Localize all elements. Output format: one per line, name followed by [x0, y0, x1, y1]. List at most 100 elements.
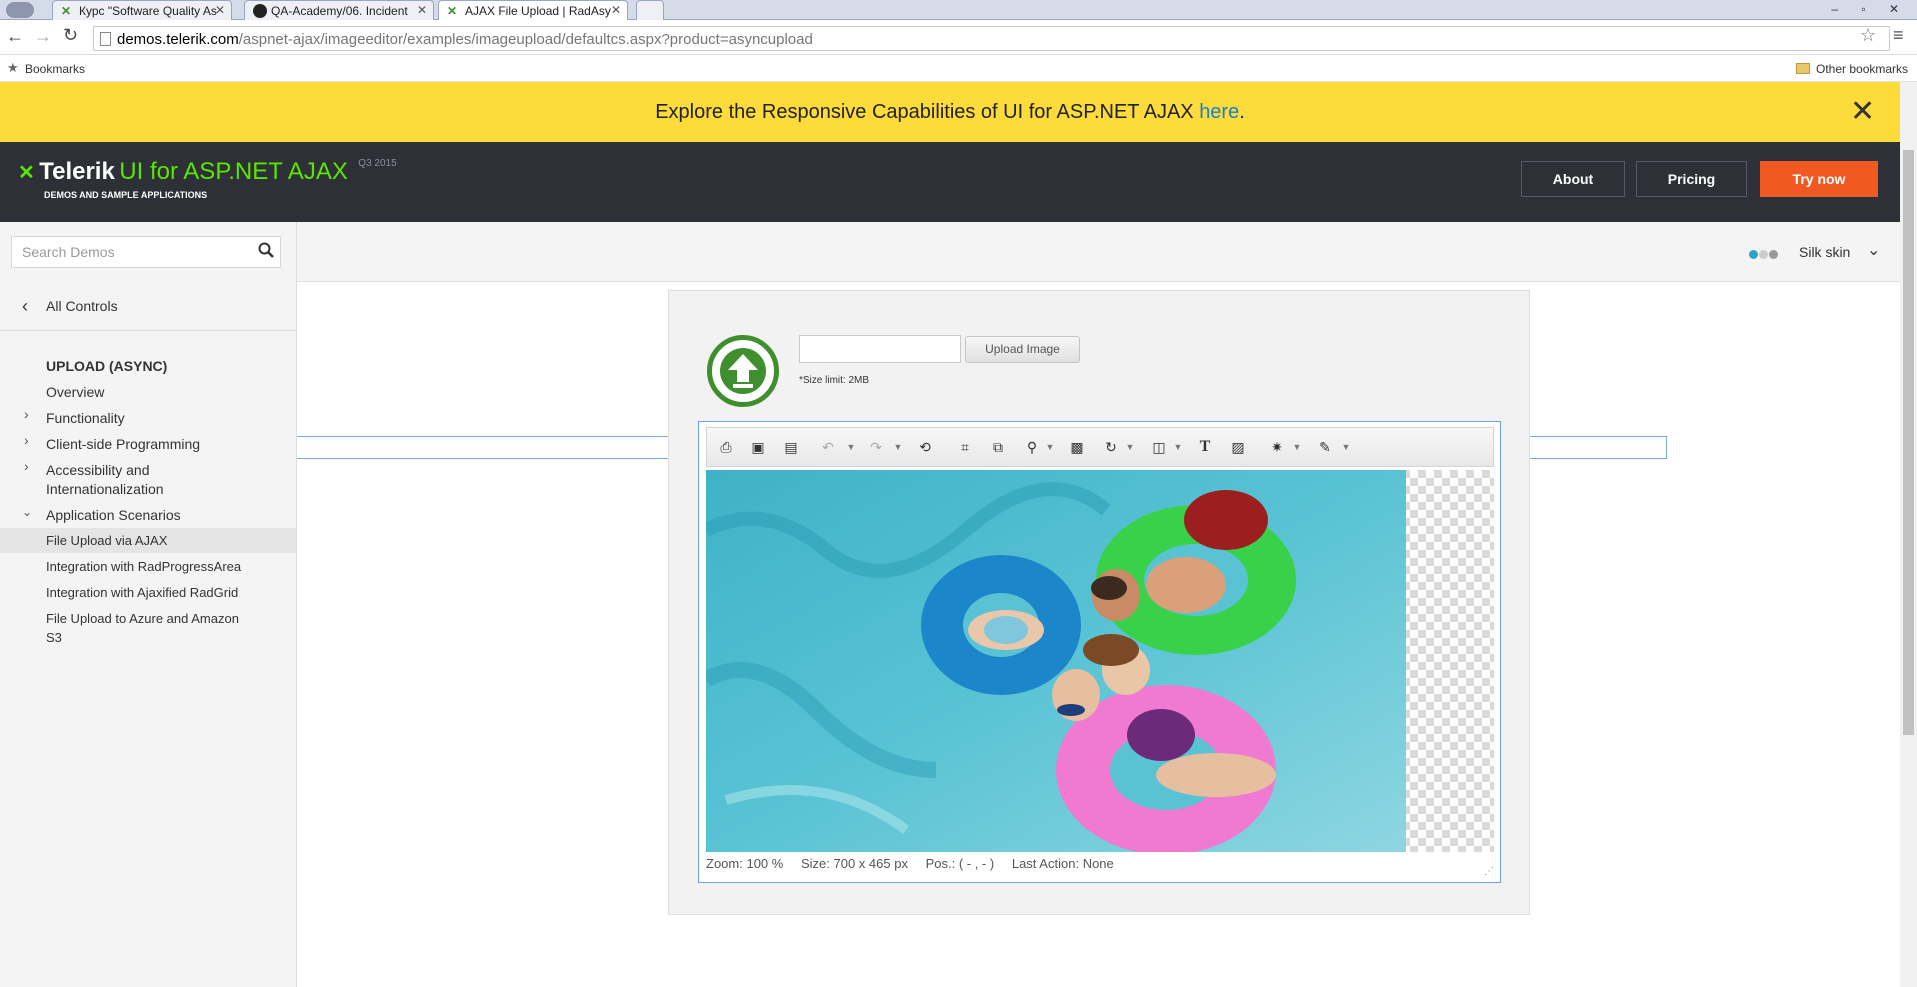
bookmarks-label[interactable]: Bookmarks [25, 62, 85, 76]
new-tab-button[interactable] [636, 0, 664, 20]
sidebar [0, 222, 297, 987]
telerik-favicon-icon: ✕ [61, 4, 72, 18]
sidebar-item-radgrid[interactable]: Integration with Ajaxified RadGrid [46, 585, 238, 600]
save-image-icon[interactable]: ▤ [781, 437, 801, 457]
menu-icon[interactable]: ≡ [1893, 25, 1904, 46]
chevron-left-icon[interactable]: ‹ [22, 296, 28, 317]
sidebar-item-accessibility-2[interactable]: Internationalization [46, 481, 164, 497]
rotate-dropdown-icon[interactable]: ▼ [1124, 437, 1136, 457]
url-path: /aspnet-ajax/imageeditor/examples/imageu… [238, 31, 813, 48]
brush-icon[interactable]: ✎ [1315, 437, 1335, 457]
browser-tab-2[interactable]: QA-Academy/06. Incident ✕ [244, 0, 434, 20]
scrollbar-thumb[interactable] [1903, 150, 1914, 735]
close-tab-icon[interactable]: ✕ [611, 3, 621, 17]
brush-dropdown-icon[interactable]: ▼ [1340, 437, 1352, 457]
text-icon[interactable]: T [1195, 437, 1215, 457]
telerik-logo[interactable]: ✕ Telerik UI for ASP.NET AJAX Q3 2015 [18, 158, 397, 186]
forward-icon[interactable]: → [34, 26, 52, 47]
resize-icon[interactable]: ⧉ [988, 437, 1008, 457]
insert-image-icon[interactable]: ▨ [1228, 437, 1248, 457]
close-banner-icon[interactable]: ✕ [1850, 82, 1875, 142]
browser-tab-3[interactable]: ✕ AJAX File Upload | RadAsy ✕ [438, 0, 628, 21]
browser-profile-icon[interactable] [6, 2, 34, 18]
close-tab-icon[interactable]: ✕ [417, 3, 427, 17]
sidebar-item-azure-2[interactable]: S3 [46, 630, 62, 645]
browser-tab-title: Курс "Software Quality As [79, 4, 217, 18]
browser-tab-1[interactable]: ✕ Курс "Software Quality As ✕ [52, 0, 232, 20]
flip-dropdown-icon[interactable]: ▼ [1172, 437, 1184, 457]
reload-icon[interactable]: ↻ [63, 25, 78, 46]
effects-icon[interactable]: ✷ [1267, 437, 1287, 457]
size-value: 700 x 465 px [833, 856, 908, 871]
bookmarks-bar: ★ Bookmarks Other bookmarks [0, 56, 1917, 82]
search-icon[interactable] [258, 242, 274, 258]
version-label: Q3 2015 [358, 158, 397, 169]
all-controls-link[interactable]: All Controls [46, 298, 118, 314]
other-bookmarks-label[interactable]: Other bookmarks [1816, 62, 1908, 76]
pos-value: ( - , - ) [958, 856, 995, 871]
page-icon [100, 32, 111, 46]
pricing-button[interactable]: Pricing [1636, 161, 1747, 197]
try-now-button[interactable]: Try now [1760, 161, 1878, 197]
layout-guide-left [297, 436, 699, 459]
zoom-value: 100 % [746, 856, 784, 871]
upload-image-button[interactable]: Upload Image [965, 336, 1080, 363]
save-icon[interactable]: ▣ [748, 437, 768, 457]
bookmarks-star-icon: ★ [7, 60, 19, 75]
sidebar-divider [0, 330, 296, 331]
brand-name: Telerik [39, 158, 115, 185]
rotate-icon[interactable]: ↻ [1101, 437, 1121, 457]
file-input[interactable] [799, 335, 961, 363]
chevron-right-icon[interactable]: › [24, 432, 29, 448]
flip-icon[interactable]: ◫ [1149, 437, 1169, 457]
undo-icon[interactable]: ↶ [818, 437, 838, 457]
close-tab-icon[interactable]: ✕ [215, 3, 225, 17]
url-host: demos.telerik.com [117, 31, 239, 48]
resize-grip-icon[interactable]: ⋰ [1484, 866, 1494, 877]
crop-icon[interactable]: ⌗ [955, 437, 975, 457]
folder-icon [1796, 63, 1810, 74]
skin-selector[interactable]: Silk skin [1799, 244, 1850, 260]
upload-icon [707, 335, 779, 407]
zoom-label: Zoom: [706, 856, 743, 871]
back-icon[interactable]: ← [6, 26, 24, 47]
effects-dropdown-icon[interactable]: ▼ [1291, 437, 1303, 457]
about-button[interactable]: About [1521, 161, 1625, 197]
tagline: DEMOS AND SAMPLE APPLICATIONS [44, 190, 208, 200]
sidebar-item-azure[interactable]: File Upload to Azure and Amazon [46, 611, 239, 626]
product-name: UI for ASP.NET AJAX [119, 158, 348, 185]
zoom-icon[interactable]: ⚲ [1022, 437, 1042, 457]
chevron-right-icon[interactable]: › [24, 406, 29, 422]
demo-topbar: Silk skin ⌄ [297, 222, 1900, 282]
pos-label: Pos.: [925, 856, 956, 871]
sidebar-item-app-scenarios[interactable]: Application Scenarios [46, 507, 181, 523]
browser-tab-title: AJAX File Upload | RadAsy [465, 4, 611, 18]
redo-dropdown-icon[interactable]: ▼ [892, 437, 904, 457]
sidebar-item-functionality[interactable]: Functionality [46, 410, 125, 426]
skin-dots-icon [1749, 246, 1778, 264]
reset-icon[interactable]: ⟲ [915, 437, 935, 457]
chevron-right-icon[interactable]: › [24, 458, 29, 474]
window-controls[interactable]: – ▫ ✕ [1831, 2, 1909, 16]
banner-link[interactable]: here [1199, 101, 1239, 123]
chevron-down-icon[interactable]: ⌄ [22, 505, 32, 519]
github-favicon-icon [253, 4, 267, 18]
sidebar-item-file-upload-ajax[interactable]: File Upload via AJAX [46, 533, 167, 548]
opacity-icon[interactable]: ▩ [1067, 437, 1087, 457]
address-bar[interactable]: demos.telerik.com/aspnet-ajax/imageedito… [93, 26, 1890, 51]
sidebar-item-client-side[interactable]: Client-side Programming [46, 436, 200, 452]
sidebar-item-accessibility[interactable]: Accessibility and [46, 462, 150, 478]
pool-photo[interactable] [706, 470, 1406, 852]
search-input[interactable]: Search Demos [11, 236, 281, 268]
chevron-down-icon[interactable]: ⌄ [1867, 240, 1880, 260]
promo-banner: Explore the Responsive Capabilities of U… [0, 82, 1900, 142]
print-icon[interactable]: ⎙ [716, 437, 736, 457]
sidebar-item-radprogressarea[interactable]: Integration with RadProgressArea [46, 559, 241, 574]
redo-icon[interactable]: ↷ [866, 437, 886, 457]
sidebar-item-overview[interactable]: Overview [46, 384, 104, 400]
undo-dropdown-icon[interactable]: ▼ [845, 437, 857, 457]
page-scrollbar[interactable] [1900, 82, 1917, 987]
zoom-dropdown-icon[interactable]: ▼ [1044, 437, 1056, 457]
banner-text: Explore the Responsive Capabilities of U… [655, 101, 1200, 123]
section-title: UPLOAD (ASYNC) [46, 358, 168, 374]
